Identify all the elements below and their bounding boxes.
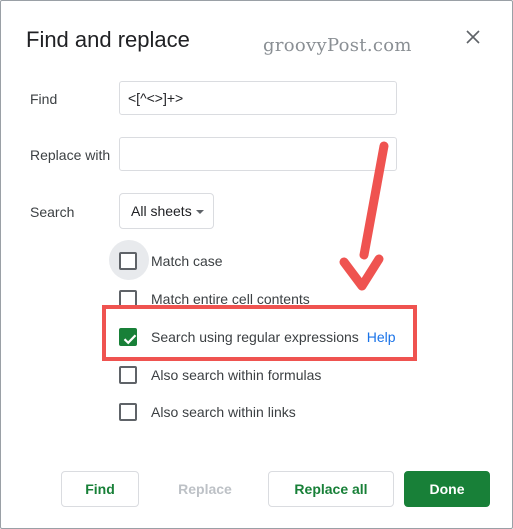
search-label: Search [30, 204, 75, 220]
links-label: Also search within links [151, 404, 296, 420]
watermark: groovyPost.com [263, 35, 412, 56]
find-input[interactable]: <[^<>]+> [119, 81, 397, 115]
formulas-checkbox[interactable] [119, 366, 137, 384]
match-case-checkbox[interactable] [119, 252, 137, 270]
replace-label: Replace with [30, 147, 111, 163]
search-scope-value: All sheets [131, 203, 192, 219]
links-checkbox[interactable] [119, 403, 137, 421]
highlight-box [102, 305, 417, 361]
done-button[interactable]: Done [404, 471, 490, 507]
replace-button[interactable]: Replace [157, 471, 253, 507]
chevron-down-icon [196, 210, 204, 214]
match-case-label: Match case [151, 253, 223, 269]
option-links[interactable]: Also search within links [119, 401, 296, 423]
close-icon [466, 29, 480, 49]
formulas-label: Also search within formulas [151, 367, 322, 383]
option-formulas[interactable]: Also search within formulas [119, 364, 321, 386]
find-label: Find [30, 91, 58, 107]
find-replace-dialog: Find and replace groovyPost.com Find <[^… [0, 0, 513, 529]
replace-input[interactable] [119, 137, 397, 171]
find-button[interactable]: Find [61, 471, 139, 507]
search-scope-dropdown[interactable]: All sheets [119, 193, 214, 229]
close-button[interactable] [463, 29, 483, 49]
replace-all-button[interactable]: Replace all [268, 471, 394, 507]
dialog-title: Find and replace [26, 27, 190, 52]
option-match-case[interactable]: Match case [119, 250, 223, 272]
